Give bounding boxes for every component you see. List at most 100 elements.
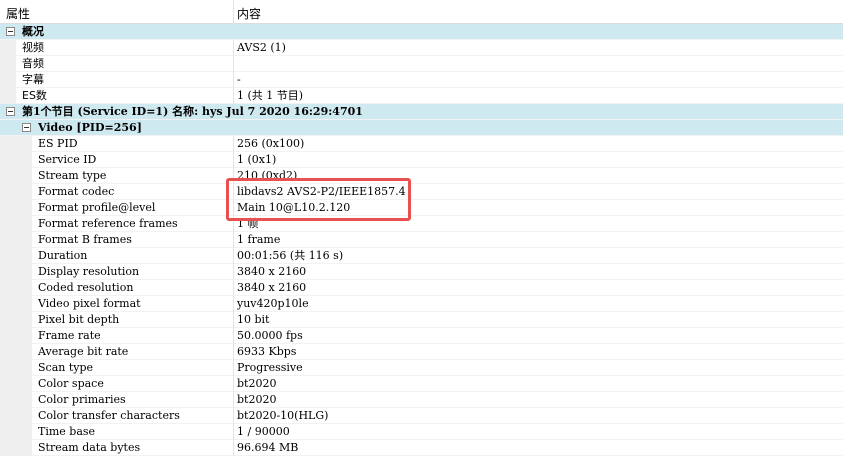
property-value: 6933 Kbps [237,345,297,358]
indent-gutter [0,376,32,392]
indent-gutter [0,40,16,56]
property-name: Format codec [38,185,115,198]
property-value: yuv420p10le [237,297,309,310]
property-value: bt2020 [237,377,277,390]
indent-gutter [0,312,32,328]
column-divider [233,376,234,392]
property-value: 1 (0x1) [237,153,277,166]
group-row[interactable]: 第1个节目 (Service ID=1) 名称: hys Jul 7 2020 … [0,104,843,120]
column-divider [233,424,234,440]
property-row[interactable]: Coded resolution 3840 x 2160 [0,280,843,296]
property-name: Stream data bytes [38,441,141,454]
indent-gutter [0,296,32,312]
property-name: Pixel bit depth [38,313,120,326]
property-value: 50.0000 fps [237,329,303,342]
property-name: 视频 [22,41,44,54]
property-tree: 概况视频 AVS2 (1) 音频字幕 - ES数 1 (共 1 节目) 第1个节目 (Ser… [0,24,843,456]
indent-gutter [0,440,32,456]
header-divider[interactable] [233,0,234,24]
indent-gutter [0,328,32,344]
property-name: Color transfer characters [38,409,180,422]
group-row[interactable]: 概况 [0,24,843,40]
property-row[interactable]: Scan type Progressive [0,360,843,376]
property-row[interactable]: Format B frames 1 frame [0,232,843,248]
column-divider [233,296,234,312]
property-row[interactable]: 字幕 - [0,72,843,88]
property-row[interactable]: Average bit rate 6933 Kbps [0,344,843,360]
property-row[interactable]: Time base 1 / 90000 [0,424,843,440]
property-value: 3840 x 2160 [237,281,307,294]
property-name: Video pixel format [38,297,141,310]
property-row[interactable]: ES PID 256 (0x100) [0,136,843,152]
collapse-toggle-icon[interactable] [22,123,31,132]
indent-gutter [0,200,32,216]
header-content[interactable]: 内容 [237,5,261,22]
indent-gutter [0,184,32,200]
property-row[interactable]: Stream data bytes 96.694 MB [0,440,843,456]
indent-gutter [0,152,32,168]
indent-gutter [0,88,16,104]
indent-gutter [0,168,32,184]
property-name: Stream type [38,169,107,182]
column-divider [233,88,234,104]
property-value: 1 (共 1 节目) [237,89,304,102]
property-name: ES PID [38,137,78,150]
indent-gutter [0,280,32,296]
group-label: 第1个节目 (Service ID=1) 名称: hys Jul 7 2020 … [22,105,363,118]
property-name: ES数 [22,89,47,102]
property-value: 10 bit [237,313,270,326]
property-row[interactable]: Duration 00:01:56 (共 116 s) [0,248,843,264]
property-value: 96.694 MB [237,441,299,454]
property-row[interactable]: Format codec libdavs2 AVS2-P2/IEEE1857.4 [0,184,843,200]
highlight-box [226,178,411,221]
property-row[interactable]: ES数 1 (共 1 节目) [0,88,843,104]
property-name: Average bit rate [38,345,129,358]
property-value: Progressive [237,361,303,374]
property-name: Color space [38,377,104,390]
property-name: Format profile@level [38,201,156,214]
property-row[interactable]: Frame rate 50.0000 fps [0,328,843,344]
column-divider [233,152,234,168]
property-value: bt2020 [237,393,277,406]
property-row[interactable]: Format profile@level Main 10@L10.2.120 [0,200,843,216]
property-row[interactable]: Stream type 210 (0xd2) [0,168,843,184]
property-value: 00:01:56 (共 116 s) [237,249,344,262]
column-divider [233,440,234,456]
column-divider [233,344,234,360]
property-value: 3840 x 2160 [237,265,307,278]
group-label: Video [PID=256] [38,121,142,134]
indent-gutter [0,72,16,88]
indent-gutter [0,232,32,248]
collapse-toggle-icon[interactable] [6,27,15,36]
column-header: 属性 内容 [0,0,843,24]
property-row[interactable]: Format reference frames 1 帧 [0,216,843,232]
column-divider [233,248,234,264]
column-divider [233,408,234,424]
column-divider [233,392,234,408]
indent-gutter [0,248,32,264]
property-name: Display resolution [38,265,140,278]
indent-gutter [0,424,32,440]
group-row[interactable]: Video [PID=256] [0,120,843,136]
column-divider [233,280,234,296]
property-row[interactable]: Service ID 1 (0x1) [0,152,843,168]
property-name: Format reference frames [38,217,178,230]
property-value: 256 (0x100) [237,137,305,150]
property-row[interactable]: 视频 AVS2 (1) [0,40,843,56]
header-property[interactable]: 属性 [6,5,30,22]
column-divider [233,312,234,328]
collapse-toggle-icon[interactable] [6,107,15,116]
indent-gutter [0,216,32,232]
property-row[interactable]: Color space bt2020 [0,376,843,392]
property-row[interactable]: Video pixel format yuv420p10le [0,296,843,312]
column-divider [233,360,234,376]
property-value: AVS2 (1) [237,41,286,54]
property-name: Time base [38,425,96,438]
group-label: 概况 [22,25,44,38]
property-row[interactable]: 音频 [0,56,843,72]
property-row[interactable]: Color transfer characters bt2020-10(HLG) [0,408,843,424]
property-row[interactable]: Pixel bit depth 10 bit [0,312,843,328]
property-row[interactable]: Display resolution 3840 x 2160 [0,264,843,280]
property-row[interactable]: Color primaries bt2020 [0,392,843,408]
property-name: 音频 [22,57,44,70]
